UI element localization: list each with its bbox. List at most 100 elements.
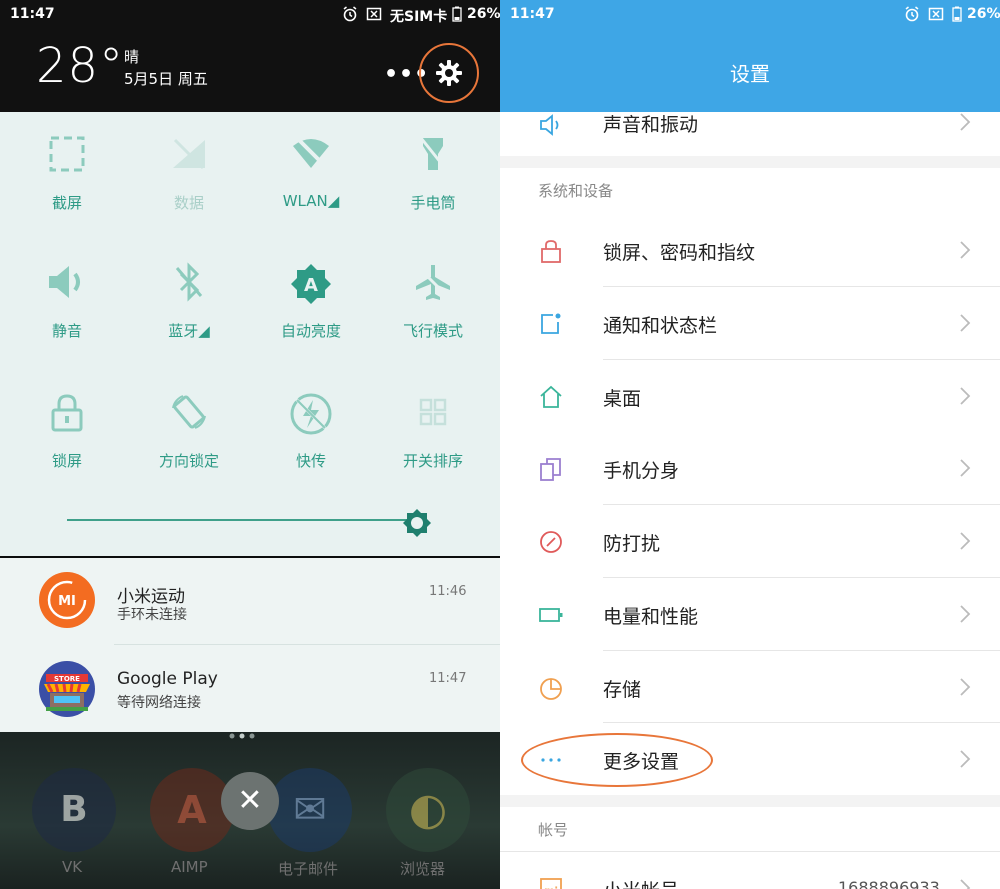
highlight-oval: [521, 733, 713, 787]
battery-icon: [539, 608, 563, 622]
notification-item[interactable]: STORE Google Play 等待网络连接 11:47: [0, 646, 500, 732]
toggle-wlan[interactable]: WLAN◢: [251, 134, 371, 210]
close-notifications-button[interactable]: ✕: [221, 772, 279, 830]
brightness-slider-track[interactable]: [67, 519, 412, 521]
battery-icon: [952, 6, 962, 22]
no-sim-icon: [366, 7, 382, 21]
dock-app-label: VK: [62, 858, 83, 876]
section-title: 系统和设备: [538, 182, 614, 200]
chevron-right-icon: [960, 750, 971, 768]
settings-item-battery-performance[interactable]: 电量和性能: [500, 578, 1000, 650]
settings-item-desktop[interactable]: 桌面: [500, 360, 1000, 432]
toggle-flashlight[interactable]: 手电筒: [373, 134, 493, 213]
flashlight-icon: [419, 137, 447, 170]
alarm-icon: [905, 6, 919, 22]
settings-item-storage[interactable]: 存储: [500, 651, 1000, 723]
speaker-icon: [540, 114, 559, 136]
toggle-sort[interactable]: 开关排序: [373, 392, 493, 471]
settings-item-lock-password[interactable]: 锁屏、密码和指纹: [500, 214, 1000, 286]
date-text: 5月5日 周五: [124, 70, 208, 88]
notification-time: 11:46: [429, 584, 467, 599]
toggle-label: 截屏: [51, 194, 82, 212]
chevron-right-icon: [960, 113, 971, 131]
settings-item-label: 存储: [603, 679, 642, 701]
notification-subtitle: 手环未连接: [117, 607, 187, 623]
email-icon: ✉: [268, 768, 352, 852]
page-title: 设置: [730, 62, 770, 86]
toggle-auto-brightness[interactable]: A 自动亮度: [251, 262, 371, 341]
toggle-rotation-lock[interactable]: 方向锁定: [129, 392, 249, 471]
chevron-right-icon: [960, 532, 971, 550]
settings-item-dual-space[interactable]: 手机分身: [500, 432, 1000, 504]
toggle-bluetooth[interactable]: 蓝牙◢: [129, 262, 249, 341]
status-time: 11:47: [10, 6, 55, 22]
dock-app-label: AIMP: [171, 858, 208, 876]
home-icon: [540, 385, 562, 408]
bluetooth-off-icon: [175, 262, 203, 302]
vk-glyph: B: [60, 789, 88, 830]
chevron-right-icon: [960, 459, 971, 477]
settings-item-label: 桌面: [603, 388, 642, 410]
notification-item[interactable]: MI 小米运动 手环未连接 11:46: [0, 558, 500, 645]
toggle-label: 开关排序: [402, 452, 463, 470]
toggle-airplane[interactable]: 飞行模式: [373, 262, 493, 341]
screen: 11:47 无SIM卡 26% 28° 晴 5月5日 周五 ••• 截屏 数据 …: [0, 0, 1000, 889]
status-time: 11:47: [510, 6, 555, 22]
notification-time: 11:47: [429, 671, 467, 686]
mobile-data-icon: [173, 138, 205, 170]
settings-item-do-not-disturb[interactable]: 防打扰: [500, 505, 1000, 577]
sound-icon: [49, 266, 80, 298]
toggle-label: 手电筒: [410, 194, 456, 212]
email-glyph: ✉: [293, 787, 327, 833]
mi-fit-icon: MI: [39, 572, 95, 628]
chevron-right-icon: [960, 605, 971, 623]
dock-app-label: 浏览器: [400, 860, 446, 878]
account-id-value: 1688896933: [838, 878, 940, 889]
no-sim-icon: [928, 7, 944, 21]
do-not-disturb-icon: [540, 531, 562, 553]
toggle-label: WLAN◢: [282, 192, 340, 210]
lock-icon: [51, 394, 83, 432]
wifi-off-icon: [293, 136, 329, 168]
chevron-right-icon: [960, 314, 971, 332]
toggle-label: 方向锁定: [158, 452, 219, 470]
toggle-silent[interactable]: 静音: [7, 262, 127, 341]
settings-item-label: 声音和振动: [603, 114, 699, 136]
toggle-screenshot[interactable]: 截屏: [7, 134, 127, 213]
svg-text:A: A: [304, 275, 318, 296]
carrier-text: 无SIM卡: [390, 9, 448, 25]
vk-icon: B: [32, 768, 116, 852]
aimp-glyph: A: [177, 788, 207, 832]
settings-gear-icon[interactable]: [435, 59, 463, 87]
settings-item-label: 通知和状态栏: [603, 315, 718, 337]
toggle-mobile-data[interactable]: 数据: [129, 134, 249, 213]
notification-shade-screen: 11:47 无SIM卡 26% 28° 晴 5月5日 周五 ••• 截屏 数据 …: [0, 0, 500, 889]
settings-header: 11:47 26% 设置: [500, 0, 1000, 112]
chevron-right-icon: [960, 241, 971, 259]
notification-list: MI 小米运动 手环未连接 11:46 STORE Google Play 等待…: [0, 558, 500, 732]
quick-share-icon: [290, 393, 332, 435]
page-indicator: [229, 733, 255, 739]
battery-text: 26%: [967, 6, 1000, 22]
settings-item-sound[interactable]: 声音和振动: [500, 112, 1000, 156]
brightness-slider-thumb[interactable]: [402, 508, 432, 538]
toggle-label: 飞行模式: [402, 322, 463, 340]
toggle-label: 自动亮度: [280, 322, 341, 340]
chevron-right-icon: [960, 879, 971, 889]
settings-item-label: 电量和性能: [603, 606, 699, 628]
notification-subtitle: 等待网络连接: [117, 695, 201, 711]
toggle-lock-screen[interactable]: 锁屏: [7, 392, 127, 471]
chevron-right-icon: [960, 387, 971, 405]
toggle-label: 数据: [173, 194, 204, 212]
status-bar: 11:47 26%: [500, 0, 1000, 30]
settings-item-notifications[interactable]: 通知和状态栏: [500, 287, 1000, 359]
airplane-off-icon: [416, 265, 450, 300]
sort-grid-icon: [419, 398, 447, 426]
toggle-quick-share[interactable]: 快传: [251, 392, 371, 471]
alarm-icon: [343, 6, 357, 22]
settings-item-mi-account[interactable]: mi 小米帐号 1688896933: [500, 852, 1000, 889]
notification-title: Google Play: [117, 669, 218, 689]
mi-fit-icon-text: MI: [58, 594, 76, 609]
browser-icon: ◐: [386, 768, 470, 852]
screenshot-icon: [49, 136, 85, 172]
